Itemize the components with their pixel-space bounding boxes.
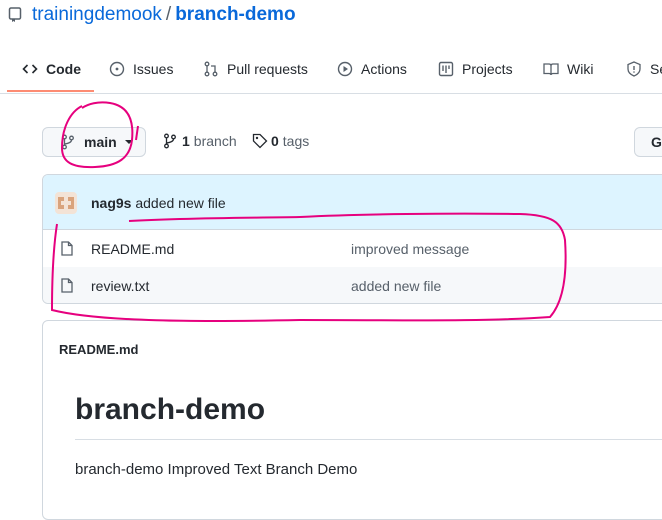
- git-branch-icon: [164, 133, 176, 149]
- file-icon: [61, 278, 73, 293]
- git-branch-icon: [62, 134, 74, 150]
- file-list: nag9s added new file README.md improved …: [42, 174, 662, 304]
- branches-link[interactable]: 1 branch: [163, 133, 237, 149]
- readme-heading: branch-demo: [75, 393, 266, 426]
- repo-nav-tabs: Code Issues Pull requests Actions Projec…: [0, 46, 662, 94]
- repo-icon: [8, 7, 22, 22]
- repo-separator: /: [165, 4, 172, 25]
- tag-count: 0: [271, 133, 279, 149]
- repo-name-link[interactable]: branch-demo: [175, 4, 295, 26]
- avatar[interactable]: [55, 192, 77, 214]
- list-item[interactable]: review.txt added new file: [43, 267, 662, 303]
- tab-actions[interactable]: Actions: [337, 46, 407, 92]
- active-tab-indicator: [7, 90, 94, 92]
- tab-label: Issues: [133, 61, 174, 77]
- tab-label: Code: [46, 61, 81, 77]
- code-icon: [22, 64, 38, 74]
- current-branch-label: main: [84, 134, 117, 150]
- issue-opened-icon: [109, 61, 125, 77]
- shield-icon: [627, 61, 641, 77]
- readme-panel: README.md branch-demo branch-demo Improv…: [42, 320, 662, 520]
- tags-link[interactable]: 0 tags: [252, 133, 309, 149]
- tab-pull-requests[interactable]: Pull requests: [203, 46, 308, 92]
- book-icon: [543, 63, 559, 76]
- file-icon: [61, 241, 73, 256]
- commit-author-link[interactable]: nag9s: [91, 195, 131, 211]
- tab-label: Actions: [361, 61, 407, 77]
- latest-commit-bar: nag9s added new file: [43, 175, 662, 230]
- tab-wiki[interactable]: Wiki: [543, 46, 593, 92]
- file-commit-message-link[interactable]: improved message: [351, 241, 469, 257]
- file-name-link[interactable]: README.md: [91, 241, 174, 257]
- go-to-file-button[interactable]: G: [634, 127, 662, 157]
- commit-message[interactable]: added new file: [135, 195, 225, 211]
- repo-title: trainingdemook / branch-demo: [8, 4, 296, 26]
- branch-count-label: branch: [193, 133, 237, 149]
- tab-label: Projects: [462, 61, 513, 77]
- tab-security[interactable]: Se: [626, 46, 662, 92]
- tab-label: Pull requests: [227, 61, 308, 77]
- readme-text: branch-demo Improved Text Branch Demo: [75, 461, 358, 478]
- branch-selector-button[interactable]: main: [42, 127, 146, 157]
- git-pull-request-icon: [204, 61, 218, 77]
- project-icon: [438, 61, 454, 77]
- tab-code[interactable]: Code: [22, 46, 81, 92]
- repo-owner-link[interactable]: trainingdemook: [32, 4, 162, 26]
- commit-summary: nag9s added new file: [91, 195, 226, 211]
- file-commit-message-link[interactable]: added new file: [351, 278, 441, 294]
- tab-label: Se: [650, 61, 662, 77]
- play-icon: [337, 61, 353, 77]
- list-item[interactable]: README.md improved message: [43, 230, 662, 268]
- tag-count-label: tags: [282, 133, 310, 149]
- divider: [75, 439, 662, 440]
- tag-icon: [252, 133, 268, 149]
- tab-issues[interactable]: Issues: [109, 46, 173, 92]
- tab-label: Wiki: [567, 61, 594, 77]
- file-name-link[interactable]: review.txt: [91, 278, 149, 294]
- go-to-file-label: G: [651, 134, 662, 150]
- readme-title: README.md: [59, 342, 139, 357]
- tab-projects[interactable]: Projects: [438, 46, 513, 92]
- chevron-down-icon: [124, 140, 133, 144]
- branch-count: 1: [182, 133, 190, 149]
